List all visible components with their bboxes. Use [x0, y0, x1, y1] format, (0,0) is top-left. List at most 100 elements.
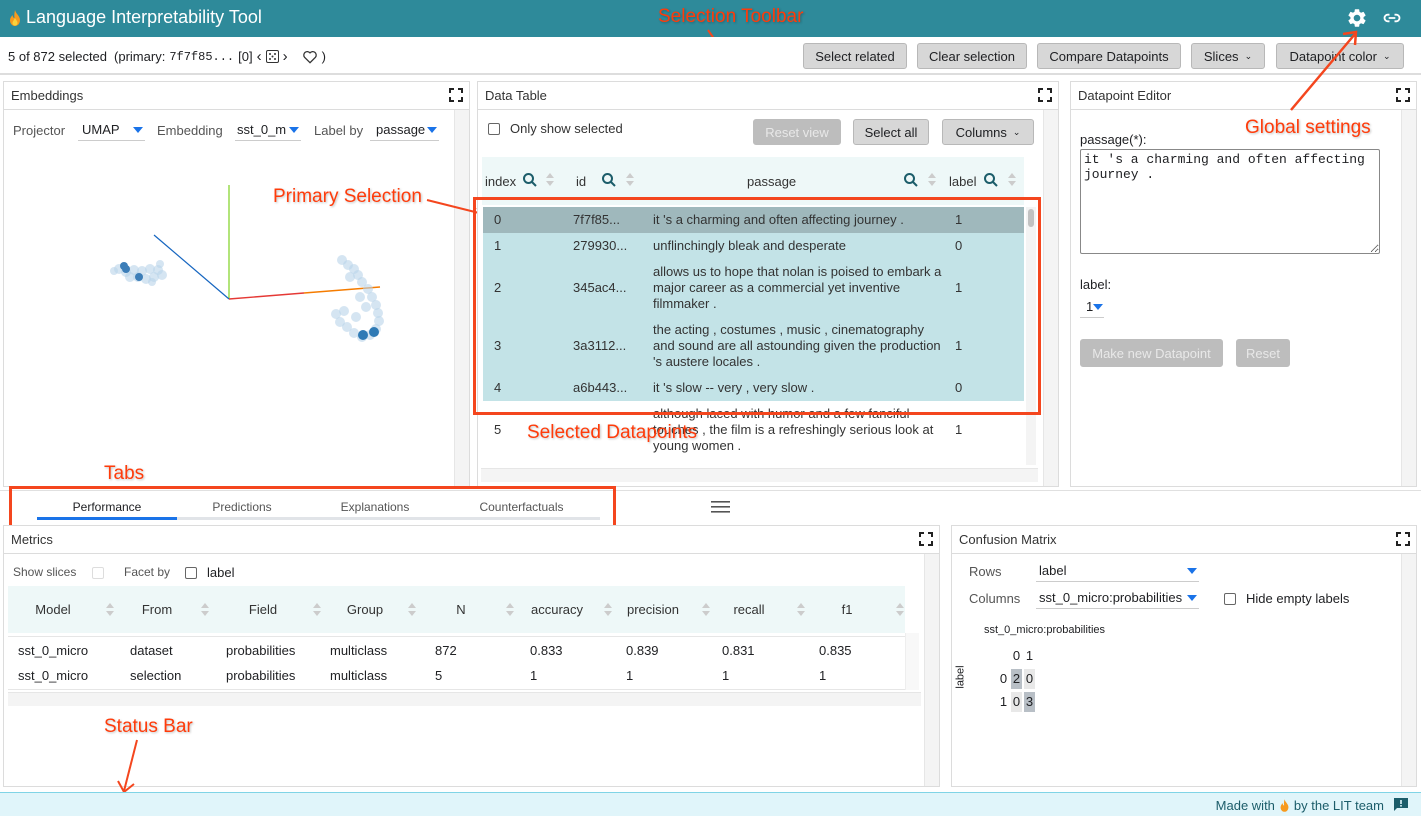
facet-label-checkbox[interactable] [185, 567, 197, 579]
metrics-header-n[interactable]: N [431, 602, 491, 617]
metrics-header-f1[interactable]: f1 [817, 602, 877, 617]
scrollbar[interactable] [1043, 110, 1058, 486]
search-icon[interactable] [601, 172, 617, 188]
expand-icon[interactable] [919, 532, 933, 546]
column-header-id[interactable]: id [576, 174, 586, 189]
clear-selection-button[interactable]: Clear selection [917, 43, 1027, 69]
column-header-label[interactable]: label [949, 174, 976, 189]
next-datapoint-button[interactable]: › [283, 48, 288, 65]
feedback-icon[interactable] [1393, 797, 1409, 812]
expand-icon[interactable] [1038, 88, 1052, 102]
label-value: 1 [1086, 299, 1094, 314]
matrix-cell[interactable]: 2 [1011, 669, 1022, 689]
passage-textarea[interactable]: it 's a charming and often affecting jou… [1080, 149, 1380, 254]
metrics-header-model[interactable]: Model [23, 602, 83, 617]
embedding-select[interactable]: sst_0_m [235, 119, 301, 141]
scrollbar[interactable] [1401, 110, 1416, 486]
metrics-header-precision[interactable]: precision [623, 602, 683, 617]
scrollbar[interactable] [1401, 554, 1416, 786]
table-hscrollbar[interactable] [481, 468, 1038, 482]
hamburger-icon[interactable] [711, 500, 730, 514]
heart-icon[interactable] [302, 50, 318, 64]
compare-datapoints-button[interactable]: Compare Datapoints [1037, 43, 1181, 69]
select-related-button[interactable]: Select related [803, 43, 907, 69]
metrics-hscrollbar[interactable] [8, 692, 921, 706]
metrics-row[interactable]: sst_0_micro dataset probabilities multiclas… [8, 636, 905, 662]
app-title: Language Interpretability Tool [8, 7, 262, 28]
metrics-header-field[interactable]: Field [233, 602, 293, 617]
chevron-down-icon: ⌄ [1244, 50, 1253, 61]
sort-icon[interactable] [201, 603, 209, 617]
metrics-header-recall[interactable]: recall [719, 602, 779, 617]
metrics-cell: sst_0_micro [18, 643, 89, 658]
metrics-cell: 0.835 [819, 643, 852, 658]
embeddings-header: Embeddings [4, 82, 469, 110]
sort-icon[interactable] [604, 603, 612, 617]
matrix-cell[interactable]: 3 [1024, 692, 1035, 712]
matrix-cell[interactable]: 0 [1011, 692, 1022, 712]
matrix-row-label: 0 [999, 671, 1008, 686]
search-icon[interactable] [522, 172, 538, 188]
scrollbar[interactable] [924, 554, 939, 786]
axis-z [153, 234, 230, 300]
metrics-column-headers: Model From Field Group Naccuracy precision rec… [8, 586, 905, 633]
column-header-index[interactable]: index [485, 174, 516, 189]
only-show-selected-checkbox[interactable] [488, 123, 500, 135]
columns-select[interactable]: sst_0_micro:probabilities [1036, 587, 1199, 609]
sort-icon[interactable] [626, 173, 634, 187]
labelby-select[interactable]: passage [370, 119, 439, 141]
metrics-cell: probabilities [226, 643, 296, 658]
search-icon[interactable] [903, 172, 919, 188]
embeddings-title: Embeddings [11, 88, 84, 103]
selection-toolbar: 5 of 872 selected (primary: 7f7f85... [0… [0, 37, 1421, 75]
hide-empty-labels-checkbox[interactable] [1224, 593, 1236, 605]
rows-value: label [1039, 563, 1067, 578]
label-select[interactable]: 1 [1080, 296, 1104, 318]
scrollbar[interactable] [454, 110, 469, 486]
sort-icon[interactable] [546, 173, 554, 187]
metrics-cell: multiclass [330, 668, 388, 683]
sort-icon[interactable] [1008, 173, 1016, 187]
metrics-vscrollbar[interactable] [905, 633, 919, 690]
sort-icon[interactable] [106, 603, 114, 617]
select-all-button[interactable]: Select all [853, 119, 929, 145]
status-close-paren: ) [321, 49, 326, 64]
projector-select[interactable]: UMAP [78, 119, 145, 141]
random-datapoint-icon[interactable] [265, 50, 279, 63]
gear-icon[interactable] [1346, 7, 1368, 29]
label-field-label: label: [1080, 277, 1112, 292]
make-new-datapoint-button[interactable]: Make new Datapoint [1080, 339, 1223, 367]
show-slices-checkbox[interactable] [92, 567, 104, 579]
cluster-left [110, 260, 167, 286]
prev-datapoint-button[interactable]: ‹ [257, 48, 262, 65]
sort-icon[interactable] [702, 603, 710, 617]
primary-id: 7f7f85... [169, 49, 235, 64]
metrics-cell: selection [130, 668, 182, 683]
search-icon[interactable] [983, 172, 999, 188]
sort-icon[interactable] [313, 603, 321, 617]
sort-icon[interactable] [797, 603, 805, 617]
metrics-header-from[interactable]: From [127, 602, 187, 617]
matrix-row-label: 1 [999, 694, 1008, 709]
sort-icon[interactable] [408, 603, 416, 617]
expand-icon[interactable] [1396, 88, 1410, 102]
expand-icon[interactable] [1396, 532, 1410, 546]
flame-icon [10, 9, 20, 26]
columns-dropdown[interactable]: Columns ⌄ [942, 119, 1034, 145]
metrics-header-accuracy[interactable]: accuracy [527, 602, 587, 617]
metrics-row[interactable]: sst_0_micro selection probabilities multicl… [8, 662, 905, 688]
expand-icon[interactable] [449, 88, 463, 102]
data-table-header: Data Table [478, 82, 1058, 110]
reset-view-button[interactable]: Reset view [753, 119, 841, 145]
metrics-cell: dataset [130, 643, 173, 658]
metrics-header-group[interactable]: Group [335, 602, 395, 617]
link-icon[interactable] [1381, 8, 1403, 28]
sort-icon[interactable] [928, 173, 936, 187]
reset-button[interactable]: Reset [1236, 339, 1290, 367]
sort-icon[interactable] [896, 603, 904, 617]
matrix-cell[interactable]: 0 [1024, 669, 1035, 689]
slices-dropdown[interactable]: Slices ⌄ [1191, 43, 1265, 69]
rows-select[interactable]: label [1036, 560, 1199, 582]
sort-icon[interactable] [506, 603, 514, 617]
column-header-passage[interactable]: passage [747, 174, 796, 189]
